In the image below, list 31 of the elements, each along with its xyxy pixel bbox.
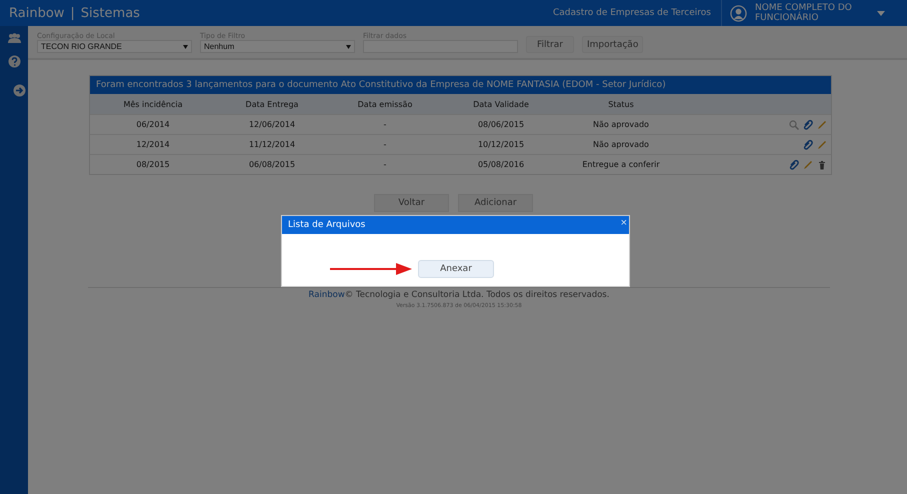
app-subtitle: Sistemas [80,6,140,20]
table-title: Foram encontrados 3 lançamentos para o documento Ato Constitutivo da Empresa de NOME FANTASIA (EDOM - Setor Jurídico) [90,76,831,94]
trash-icon[interactable] [817,160,827,170]
caret-icon[interactable] [877,10,885,16]
select-field[interactable]: Nenhum [200,40,355,53]
app-title: Rainbow [9,6,64,20]
users-icon[interactable] [8,32,20,45]
dropdown-arrow-icon[interactable] [183,44,188,48]
arrow-icon [330,263,412,275]
column-header: Data Validade [442,94,560,114]
filter-button[interactable]: Filtrar [526,36,574,53]
search-icon[interactable] [789,120,799,130]
user-avatar-icon[interactable] [730,4,747,22]
close-button[interactable]: × [620,217,627,229]
attach-button[interactable]: Anexar [418,260,494,278]
column-header: Data emissão [328,94,442,114]
column-header: Mês incidência [90,94,216,114]
dropdown-arrow-icon[interactable] [346,44,351,48]
action-button[interactable]: Voltar [374,194,449,212]
column-header: Data Entrega [216,94,328,114]
dialog-title: Lista de Arquivos [288,220,366,230]
title-separator: | [70,6,75,20]
brand-link[interactable]: Rainbow [308,290,345,300]
user-name[interactable]: NOME COMPLETO DO FUNCIONÁRIO [755,3,865,23]
copyright-text: Rainbow© Tecnologia e Consultoria Ltda. Todos os direitos reservados. [308,290,610,300]
action-button[interactable]: Adicionar [458,194,533,212]
column-header: Status [560,94,682,114]
arrow-right-icon[interactable] [12,84,26,97]
select-field[interactable]: TECON RIO GRANDE [37,40,192,53]
help-icon[interactable] [8,55,20,68]
filter-button[interactable]: Importação [582,36,644,53]
